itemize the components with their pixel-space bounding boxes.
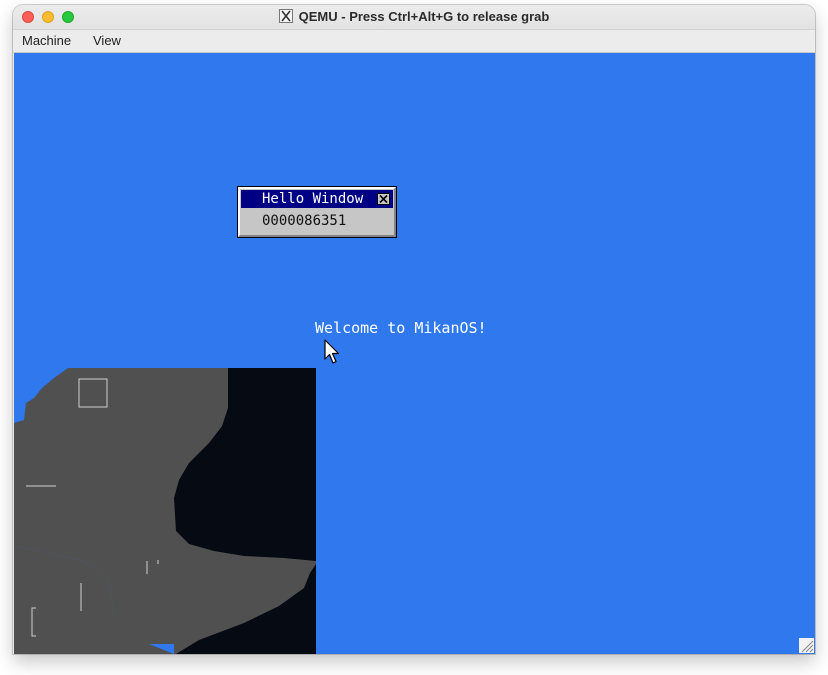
hello-window-counter: 0000086351 [262, 213, 347, 229]
hello-window-title: Hello Window [262, 191, 364, 207]
welcome-text: Welcome to MikanOS! [315, 319, 487, 337]
x11-app-icon [278, 9, 293, 24]
window-title-area: QEMU - Press Ctrl+Alt+G to release grab [13, 5, 815, 29]
close-icon[interactable] [377, 193, 390, 205]
qemu-window: QEMU - Press Ctrl+Alt+G to release grab … [13, 5, 815, 654]
menu-bar: Machine View [13, 30, 815, 53]
graphics-artifact [14, 368, 316, 654]
menu-view[interactable]: View [93, 30, 121, 52]
minimize-window-button[interactable] [42, 11, 54, 23]
hello-window-title-bar[interactable]: Hello Window [241, 190, 393, 208]
resize-grip-icon[interactable] [799, 638, 814, 653]
guest-display[interactable]: Hello Window 0000086351 Welcome to Mikan… [14, 53, 815, 654]
close-window-button[interactable] [22, 11, 34, 23]
hello-window[interactable]: Hello Window 0000086351 [237, 186, 397, 238]
mouse-pointer-icon [324, 339, 340, 364]
maximize-window-button[interactable] [62, 11, 74, 23]
menu-machine[interactable]: Machine [22, 30, 71, 52]
title-bar[interactable]: QEMU - Press Ctrl+Alt+G to release grab [13, 5, 815, 30]
window-title: QEMU - Press Ctrl+Alt+G to release grab [298, 9, 550, 24]
